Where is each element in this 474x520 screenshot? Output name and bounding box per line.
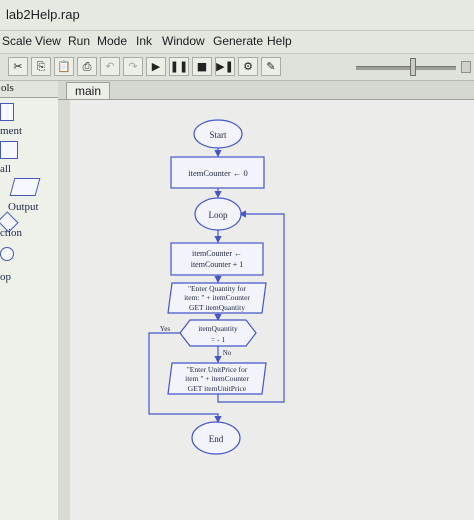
decision-yes-label: Yes xyxy=(160,325,170,333)
input2-line2: item " + itemCounter xyxy=(185,374,249,383)
decision-line1: itemQuantity xyxy=(198,324,238,333)
decision-line2: = - 1 xyxy=(211,335,225,344)
start-label: Start xyxy=(210,130,227,140)
loop-label: Loop xyxy=(209,210,228,220)
input1-line2: item: " + itemCounter xyxy=(184,293,250,302)
input1-line1: "Enter Quantity for xyxy=(188,284,247,293)
assign2-line2: itemCounter + 1 xyxy=(191,260,244,269)
flowchart: Start itemCounter ← 0 Loop itemCounter ←… xyxy=(148,119,285,455)
decision-no-label: No xyxy=(223,349,232,357)
input1-line3: GET itemQuantity xyxy=(189,303,245,312)
end-label: End xyxy=(209,434,224,444)
assign1-label: itemCounter ← 0 xyxy=(188,168,248,178)
input2-line1: "Enter UnitPrice for xyxy=(187,365,248,374)
assign2-line1: itemCounter ← xyxy=(192,249,242,258)
assign-counter-increment[interactable] xyxy=(170,242,264,276)
input2-line3: GET itemUnitPrice xyxy=(188,384,247,393)
